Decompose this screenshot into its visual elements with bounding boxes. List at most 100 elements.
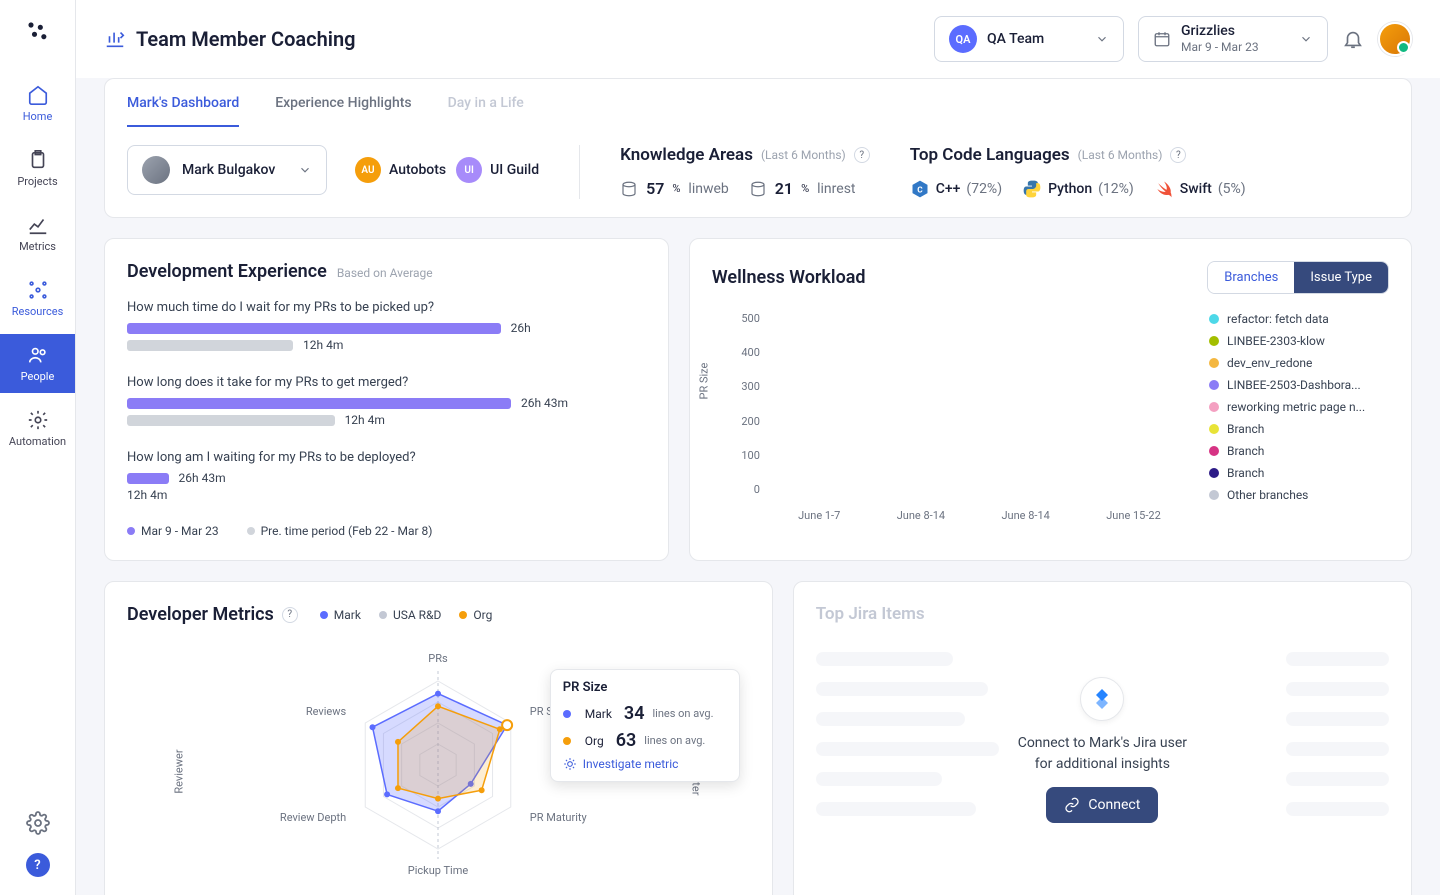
insight-icon — [563, 757, 577, 771]
period-label: Grizzlies — [1181, 24, 1259, 39]
resources-icon — [27, 279, 49, 301]
page-title: Team Member Coaching — [136, 27, 356, 51]
language-item: Swift (5%) — [1154, 179, 1246, 199]
svg-text:Reviews: Reviews — [306, 705, 347, 718]
team-tag: UI UI Guild — [456, 157, 539, 183]
language-item: Python (12%) — [1022, 179, 1134, 199]
sidebar-item-label: People — [21, 370, 55, 383]
sidebar-item-automation[interactable]: Automation — [0, 399, 75, 458]
svg-text:PR Maturity: PR Maturity — [530, 811, 588, 824]
summary-band: Mark Bulgakov AU Autobots UI UI Guild — [104, 127, 1412, 218]
person-avatar — [142, 156, 170, 184]
legend-previous: Pre. time period (Feb 22 - Mar 8) — [247, 524, 433, 538]
team-selector[interactable]: QA QA Team — [934, 16, 1124, 62]
wellness-toggle: Branches Issue Type — [1207, 261, 1389, 294]
tabs: Mark's Dashboard Experience Highlights D… — [104, 78, 1412, 127]
python-icon — [1022, 179, 1042, 199]
swift-icon — [1154, 179, 1174, 199]
help-button[interactable]: ? — [26, 853, 50, 877]
settings-icon[interactable] — [26, 811, 50, 835]
sidebar-item-label: Metrics — [19, 240, 56, 253]
tag-badge: AU — [355, 157, 381, 183]
notifications-icon[interactable] — [1342, 28, 1364, 50]
svg-text:Review Depth: Review Depth — [280, 811, 346, 824]
tag-badge: UI — [456, 157, 482, 183]
bar-question: How long does it take for my PRs to get … — [127, 375, 646, 390]
clipboard-icon — [27, 149, 49, 171]
team-selector-label: QA Team — [987, 31, 1044, 47]
svg-text:Pickup Time: Pickup Time — [408, 864, 469, 877]
radar-chart: PRsPR SizePR MaturityPickup TimeReview D… — [127, 635, 750, 895]
wellness-chart: PR Size 5004003002001000 June 1-7June 8-… — [712, 312, 1189, 522]
legend-current: Mar 9 - Mar 23 — [127, 524, 219, 538]
chevron-down-icon — [298, 163, 312, 177]
developer-metrics-card: Developer Metrics ? MarkUSA R&DOrg PRsPR… — [104, 581, 773, 895]
person-selector[interactable]: Mark Bulgakov — [127, 145, 327, 195]
legend-item: LINBEE-2503-Dashbora... — [1209, 378, 1389, 392]
development-experience-card: Development ExperienceBased on Average H… — [104, 238, 669, 561]
sidebar-item-projects[interactable]: Projects — [0, 139, 75, 198]
legend-item: refactor: fetch data — [1209, 312, 1389, 326]
coaching-icon — [104, 28, 126, 50]
legend-item: Branch — [1209, 444, 1389, 458]
gear-icon — [27, 409, 49, 431]
link-icon — [1064, 797, 1080, 813]
legend-item: reworking metric page n... — [1209, 400, 1389, 414]
team-tags: AU Autobots UI UI Guild — [355, 157, 539, 183]
jira-icon — [1080, 677, 1124, 721]
topbar: Team Member Coaching QA QA Team Grizzlie… — [76, 0, 1440, 78]
wellness-workload-card: Wellness Workload Branches Issue Type PR… — [689, 238, 1412, 561]
knowledge-item: 21% linrest — [749, 179, 856, 198]
sidebar-item-label: Resources — [12, 305, 64, 318]
chevron-down-icon — [1299, 32, 1313, 46]
tab-dashboard[interactable]: Mark's Dashboard — [127, 95, 239, 127]
legend-item: Other branches — [1209, 488, 1389, 502]
product-logo-icon — [24, 18, 52, 46]
legend-item: Mark — [320, 608, 361, 622]
connect-button[interactable]: Connect — [1046, 787, 1158, 823]
help-icon[interactable]: ? — [282, 607, 298, 623]
people-icon — [27, 344, 49, 366]
help-icon[interactable]: ? — [1170, 147, 1186, 163]
database-icon — [749, 180, 767, 198]
sidebar-item-people[interactable]: People — [0, 334, 75, 393]
legend-item: USA R&D — [379, 608, 441, 622]
legend-item: LINBEE-2303-klow — [1209, 334, 1389, 348]
period-range: Mar 9 - Mar 23 — [1181, 41, 1259, 54]
investigate-link[interactable]: Investigate metric — [563, 757, 727, 771]
knowledge-item: 57% linweb — [620, 179, 729, 198]
sidebar-item-label: Automation — [9, 435, 66, 448]
top-languages: Top Code Languages (Last 6 Months) ? C C… — [910, 145, 1246, 199]
legend-item: Branch — [1209, 466, 1389, 480]
svg-text:PRs: PRs — [429, 652, 449, 665]
sidebar-item-metrics[interactable]: Metrics — [0, 204, 75, 263]
help-icon[interactable]: ? — [854, 147, 870, 163]
sidebar-item-resources[interactable]: Resources — [0, 269, 75, 328]
bar-question: How long am I waiting for my PRs to be d… — [127, 450, 646, 465]
sidebar-item-home[interactable]: Home — [0, 74, 75, 133]
calendar-icon — [1153, 30, 1171, 48]
person-name: Mark Bulgakov — [182, 162, 275, 178]
toggle-issue-type[interactable]: Issue Type — [1294, 262, 1388, 293]
wellness-legend: refactor: fetch data LINBEE-2303-klow dev_… — [1209, 312, 1389, 522]
radar-tooltip: PR Size Mark34lines on avg. Org63lines o… — [550, 669, 740, 782]
sidebar-item-label: Home — [23, 110, 53, 123]
cpp-icon: C — [910, 179, 930, 199]
sidebar-nav: Home Projects Metrics Resources People A… — [0, 74, 75, 458]
jira-message: Connect to Mark's Jira userfor additiona… — [1018, 733, 1187, 775]
chart-icon — [27, 214, 49, 236]
period-selector[interactable]: Grizzlies Mar 9 - Mar 23 — [1138, 16, 1328, 62]
sidebar: Home Projects Metrics Resources People A… — [0, 0, 76, 895]
team-tag: AU Autobots — [355, 157, 446, 183]
legend-item: Branch — [1209, 422, 1389, 436]
chevron-down-icon — [1095, 32, 1109, 46]
bar-question: How much time do I wait for my PRs to be… — [127, 300, 646, 315]
legend-item: dev_env_redone — [1209, 356, 1389, 370]
tab-experience[interactable]: Experience Highlights — [275, 95, 411, 127]
knowledge-areas: Knowledge Areas (Last 6 Months) ? 57% li… — [620, 145, 870, 198]
legend-item: Org — [459, 608, 492, 622]
tab-day-in-life[interactable]: Day in a Life — [448, 95, 524, 127]
user-avatar[interactable] — [1378, 22, 1412, 56]
top-jira-items-card: Top Jira Items Connec — [793, 581, 1412, 895]
toggle-branches[interactable]: Branches — [1208, 262, 1294, 293]
